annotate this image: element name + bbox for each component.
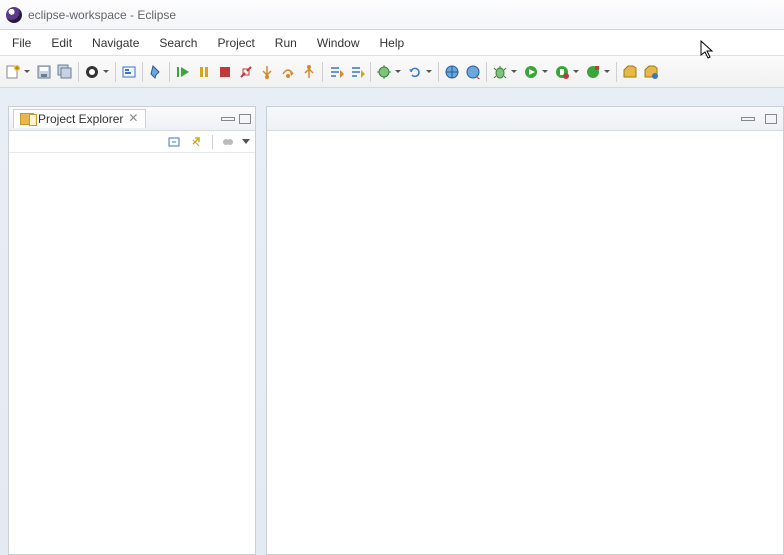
menu-search[interactable]: Search — [149, 32, 207, 54]
perspective-icon — [84, 64, 100, 80]
run-last-button[interactable] — [521, 62, 551, 82]
view-menu-button[interactable] — [241, 135, 251, 149]
chevron-down-icon — [241, 136, 251, 146]
server-profile-icon — [465, 64, 481, 80]
debug-icon — [376, 64, 392, 80]
open-type-icon — [643, 64, 659, 80]
toolbar-separator — [486, 62, 487, 82]
toolbar-separator — [169, 62, 170, 82]
toolbar-separator — [616, 62, 617, 82]
workbench: Project Explorer ✕ — [0, 88, 784, 555]
close-icon[interactable]: ✕ — [127, 113, 139, 125]
editor-tab-row — [267, 107, 783, 131]
prev-annotation-button[interactable] — [347, 62, 367, 82]
maximize-editor-button[interactable] — [765, 114, 777, 124]
focus-task-button[interactable] — [219, 133, 237, 151]
open-task-icon — [622, 64, 638, 80]
disconnect-icon — [238, 64, 254, 80]
menubar: File Edit Navigate Search Project Run Wi… — [0, 30, 784, 56]
toolbar-separator — [115, 62, 116, 82]
suspend-button[interactable] — [194, 62, 214, 82]
next-annotation-icon — [328, 64, 344, 80]
suspend-icon — [196, 64, 212, 80]
step-return-button[interactable] — [299, 62, 319, 82]
disconnect-button[interactable] — [236, 62, 256, 82]
toolbar-separator — [78, 62, 79, 82]
new-button[interactable] — [3, 62, 33, 82]
terminate-icon — [217, 64, 233, 80]
open-task-button[interactable] — [620, 62, 640, 82]
coverage-icon — [554, 64, 570, 80]
pin-button[interactable] — [146, 62, 166, 82]
toolbar-separator — [438, 62, 439, 82]
eclipse-app-icon — [6, 7, 22, 23]
menu-edit[interactable]: Edit — [41, 32, 82, 54]
annotation-icon — [121, 64, 137, 80]
view-tab-row: Project Explorer ✕ — [9, 107, 255, 131]
next-annotation-button[interactable] — [326, 62, 346, 82]
ext-tools-button[interactable] — [583, 62, 613, 82]
folder-icon — [20, 113, 34, 125]
save-all-icon — [57, 64, 73, 80]
new-icon — [5, 64, 21, 80]
toolbar-separator — [142, 62, 143, 82]
terminate-button[interactable] — [215, 62, 235, 82]
refresh-icon — [407, 64, 423, 80]
perspective-button[interactable] — [82, 62, 112, 82]
menu-window[interactable]: Window — [307, 32, 370, 54]
menu-help[interactable]: Help — [370, 32, 415, 54]
collapse-all-icon — [167, 134, 183, 150]
ext-tools-icon — [585, 64, 601, 80]
refresh-button[interactable] — [405, 62, 435, 82]
toolbar-separator — [212, 135, 213, 149]
open-type-button[interactable] — [641, 62, 661, 82]
save-button[interactable] — [34, 62, 54, 82]
resume-button[interactable] — [173, 62, 193, 82]
editor-content[interactable] — [267, 131, 783, 554]
link-editor-button[interactable] — [188, 133, 206, 151]
collapse-all-button[interactable] — [166, 133, 184, 151]
coverage-button[interactable] — [552, 62, 582, 82]
project-explorer-tab[interactable]: Project Explorer ✕ — [13, 109, 146, 128]
debug-last-button[interactable] — [490, 62, 520, 82]
browser-icon — [444, 64, 460, 80]
step-return-icon — [301, 64, 317, 80]
project-explorer-title: Project Explorer — [38, 112, 123, 126]
step-into-icon — [259, 64, 275, 80]
menu-project[interactable]: Project — [207, 32, 264, 54]
link-editor-icon — [189, 134, 205, 150]
explorer-content[interactable] — [9, 153, 255, 554]
toolbar-separator — [370, 62, 371, 82]
minimize-view-button[interactable] — [221, 117, 235, 121]
toolbar-separator — [322, 62, 323, 82]
project-explorer-view: Project Explorer ✕ — [8, 106, 256, 555]
debug-button[interactable] — [374, 62, 404, 82]
server-profile-button[interactable] — [463, 62, 483, 82]
menu-file[interactable]: File — [2, 32, 41, 54]
minimize-editor-button[interactable] — [741, 117, 755, 121]
maximize-view-button[interactable] — [239, 114, 251, 124]
explorer-toolbar — [9, 131, 255, 153]
window-title: eclipse-workspace - Eclipse — [28, 8, 176, 22]
menu-navigate[interactable]: Navigate — [82, 32, 149, 54]
annotation-button[interactable] — [119, 62, 139, 82]
step-over-icon — [280, 64, 296, 80]
prev-annotation-icon — [349, 64, 365, 80]
focus-task-icon — [220, 134, 236, 150]
editor-area — [266, 106, 784, 555]
step-over-button[interactable] — [278, 62, 298, 82]
run-last-icon — [523, 64, 539, 80]
save-all-button[interactable] — [55, 62, 75, 82]
save-icon — [36, 64, 52, 80]
resume-icon — [175, 64, 191, 80]
window-titlebar: eclipse-workspace - Eclipse — [0, 0, 784, 30]
menu-run[interactable]: Run — [265, 32, 307, 54]
step-into-button[interactable] — [257, 62, 277, 82]
pin-icon — [148, 64, 164, 80]
debug-last-icon — [492, 64, 508, 80]
main-toolbar — [0, 56, 784, 88]
browser-button[interactable] — [442, 62, 462, 82]
